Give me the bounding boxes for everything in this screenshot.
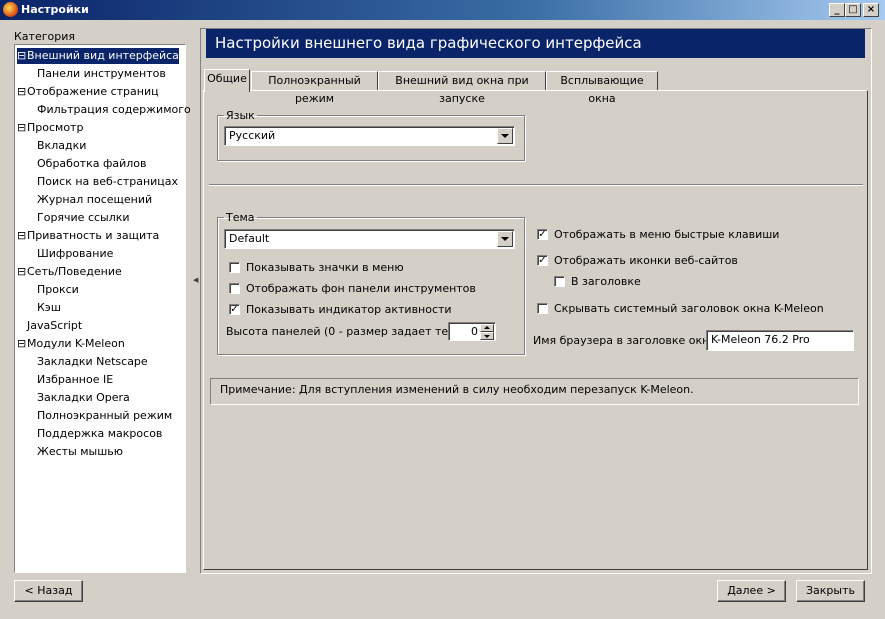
chevron-down-icon[interactable] bbox=[497, 231, 513, 247]
sidebar-item-label: Журнал посещений bbox=[37, 193, 153, 206]
sidebar-item[interactable]: Полноэкранный режим bbox=[37, 408, 172, 424]
sidebar-item[interactable]: ⊟Модули K-Meleon bbox=[17, 336, 125, 352]
browser-name-label: Имя браузера в заголовке окна: bbox=[533, 334, 720, 347]
sidebar-item-label: Закладки Netscape bbox=[37, 355, 148, 368]
minimize-button[interactable]: _ bbox=[829, 3, 845, 17]
theme-legend: Тема bbox=[226, 211, 255, 224]
sidebar-item-label: Закладки Opera bbox=[37, 391, 130, 404]
title-bar[interactable]: Настройки _ □ × bbox=[0, 0, 885, 20]
sidebar-item-label: Жесты мышью bbox=[37, 445, 124, 458]
sidebar-item-label: Поиск на веб-страницах bbox=[37, 175, 179, 188]
sidebar-item[interactable]: Шифрование bbox=[37, 246, 113, 262]
sidebar-item[interactable]: Кэш bbox=[37, 300, 61, 316]
sidebar-item[interactable]: Прокси bbox=[37, 282, 79, 298]
theme-select[interactable]: Default bbox=[224, 229, 515, 249]
sidebar-item[interactable]: Закладки Netscape bbox=[37, 354, 148, 370]
maximize-button[interactable]: □ bbox=[845, 3, 861, 17]
sidebar-item-label: Полноэкранный режим bbox=[37, 409, 173, 422]
tab-startup-window[interactable]: Внешний вид окна при запуске bbox=[378, 71, 546, 105]
sidebar-item[interactable]: ⊟Внешний вид интерфейса bbox=[17, 48, 179, 64]
sidebar-item[interactable]: Обработка файлов bbox=[37, 156, 147, 172]
browser-name-input[interactable]: K-Meleon 76.2 Pro bbox=[706, 330, 854, 351]
sidebar-item-label: Панели инструментов bbox=[37, 67, 166, 80]
back-button[interactable]: < Назад bbox=[14, 580, 83, 602]
sidebar-item-label: Избранное IE bbox=[37, 373, 114, 386]
sidebar-item[interactable]: Панели инструментов bbox=[37, 66, 166, 82]
sidebar-item-label: Отображение страниц bbox=[27, 85, 159, 98]
category-label: Категория bbox=[14, 30, 75, 43]
sidebar-item-label: Фильтрация содержимого bbox=[37, 103, 191, 116]
category-tree[interactable]: ⊟Внешний вид интерфейса Панели инструмент… bbox=[14, 44, 191, 573]
collapse-icon[interactable]: ⊟ bbox=[17, 228, 27, 244]
collapse-icon[interactable]: ⊟ bbox=[17, 48, 27, 64]
sidebar-item[interactable]: Жесты мышью bbox=[37, 444, 123, 460]
checkbox-box[interactable] bbox=[537, 303, 548, 314]
kmeleon-app-icon bbox=[3, 2, 18, 17]
language-legend: Язык bbox=[226, 109, 255, 122]
sidebar-item-label: JavaScript bbox=[27, 319, 83, 332]
collapse-icon[interactable]: ⊟ bbox=[17, 336, 27, 352]
sidebar-item[interactable]: Поддержка макросов bbox=[37, 426, 162, 442]
checkbox-box[interactable] bbox=[229, 262, 240, 273]
tab-general[interactable]: Общие bbox=[204, 69, 250, 92]
splitter-grip-icon: ◀ bbox=[193, 276, 199, 284]
sidebar-item-label: Внешний вид интерфейса bbox=[27, 49, 179, 62]
tab-popups[interactable]: Всплывающие окна bbox=[546, 71, 658, 105]
next-button[interactable]: Далее > bbox=[717, 580, 786, 602]
window-title: Настройки bbox=[21, 3, 89, 16]
panel-height-label: Высота панелей (0 - размер задает тема): bbox=[226, 325, 472, 338]
sidebar-item-label: Кэш bbox=[37, 301, 61, 314]
sidebar-item-label: Вкладки bbox=[37, 139, 87, 152]
close-button[interactable]: Закрыть bbox=[796, 580, 865, 602]
spin-down-icon[interactable] bbox=[480, 332, 494, 340]
language-select[interactable]: Русский bbox=[224, 126, 515, 146]
sidebar-item-label: Сеть/Поведение bbox=[27, 265, 122, 278]
sidebar-item[interactable]: ⊟Отображение страниц bbox=[17, 84, 159, 100]
sidebar-item-label: Прокси bbox=[37, 283, 79, 296]
checkbox-box[interactable]: ✓ bbox=[537, 255, 548, 266]
checkbox-box[interactable] bbox=[229, 283, 240, 294]
collapse-icon[interactable]: ⊟ bbox=[17, 84, 27, 100]
panel-splitter[interactable]: ◀ bbox=[192, 28, 198, 574]
panel-height-stepper[interactable]: 0 bbox=[448, 322, 496, 341]
sidebar-item[interactable]: Вкладки bbox=[37, 138, 86, 154]
tab-fullscreen[interactable]: Полноэкранный режим bbox=[251, 71, 378, 105]
sidebar-item[interactable]: Журнал посещений bbox=[37, 192, 152, 208]
sidebar-item-label: Горячие ссылки bbox=[37, 211, 130, 224]
sidebar-item[interactable]: ⊟Просмотр bbox=[17, 120, 83, 136]
close-window-button[interactable]: × bbox=[863, 3, 879, 17]
sidebar-item[interactable]: ⊟Сеть/Поведение bbox=[17, 264, 122, 280]
sidebar-item[interactable]: Закладки Opera bbox=[37, 390, 130, 406]
sidebar-item-label: Приватность и защита bbox=[27, 229, 160, 242]
checkbox-box[interactable]: ✓ bbox=[537, 229, 548, 240]
collapse-icon[interactable]: ⊟ bbox=[17, 264, 27, 280]
sidebar-item-label: Модули K-Meleon bbox=[27, 337, 125, 350]
restart-note: Примечание: Для вступления изменений в с… bbox=[210, 378, 859, 405]
sidebar-item[interactable]: JavaScript bbox=[17, 318, 82, 334]
checkbox-box[interactable]: ✓ bbox=[229, 304, 240, 315]
sidebar-item[interactable]: Избранное IE bbox=[37, 372, 113, 388]
collapse-icon[interactable]: ⊟ bbox=[17, 120, 27, 136]
checkbox-box[interactable] bbox=[554, 276, 565, 287]
sidebar-item-label: Поддержка макросов bbox=[37, 427, 163, 440]
sidebar-item[interactable]: ⊟Приватность и защита bbox=[17, 228, 159, 244]
settings-window: Настройки _ □ × Категория ⊟Внешний вид и… bbox=[0, 0, 885, 619]
chevron-down-icon[interactable] bbox=[497, 128, 513, 144]
panel-height-value: 0 bbox=[471, 325, 478, 338]
spin-up-icon[interactable] bbox=[480, 324, 494, 332]
sidebar-item[interactable]: Фильтрация содержимого bbox=[37, 102, 191, 118]
sidebar-item-label: Шифрование bbox=[37, 247, 114, 260]
sidebar-item[interactable]: Горячие ссылки bbox=[37, 210, 130, 226]
theme-value: Default bbox=[229, 232, 270, 245]
sidebar-item[interactable]: Поиск на веб-страницах bbox=[37, 174, 178, 190]
separator-line bbox=[209, 184, 863, 186]
sidebar-item-label: Просмотр bbox=[27, 121, 84, 134]
page-title: Настройки внешнего вида графического инт… bbox=[206, 29, 865, 58]
language-value: Русский bbox=[229, 129, 276, 142]
sidebar-item-label: Обработка файлов bbox=[37, 157, 147, 170]
